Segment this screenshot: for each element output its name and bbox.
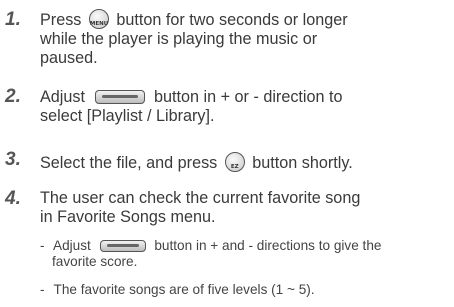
step-text: Press MENU button for two seconds or lon… — [40, 9, 448, 68]
step-text-line2: while the player is playing the music or — [40, 30, 318, 48]
step-text-post: button shortly. — [252, 154, 353, 172]
step-text-line2: in Favorite Songs menu. — [40, 208, 216, 226]
jog-bar-button-icon — [99, 240, 146, 252]
step-text: Adjust button in + or - direction to sel… — [40, 88, 448, 126]
step-text-pre: Select the file, and press — [40, 154, 218, 172]
note-text-line2: favorite score. — [52, 254, 138, 269]
note-text: The favorite songs are of five levels (1… — [53, 282, 315, 297]
step-text-line2: select [Playlist / Library]. — [40, 107, 215, 125]
step-text-line3: paused. — [40, 49, 98, 67]
step-text-post: button for two seconds or longer — [116, 11, 348, 29]
ez-button-icon: EZ — [224, 152, 245, 172]
step-text: Select the file, and press EZ button sho… — [40, 152, 448, 173]
step-text-post: button in + or - direction to — [154, 88, 343, 106]
note-2: - The favorite songs are of five levels … — [40, 282, 444, 298]
step-number: 4. — [5, 188, 21, 209]
note-1: - Adjust button in + and - directions to… — [40, 238, 444, 270]
step-text-pre: Press — [40, 11, 82, 29]
step-text-pre: Adjust — [40, 88, 85, 106]
step-number: 2. — [5, 86, 21, 107]
note-dash: - — [40, 282, 45, 297]
jog-bar-button-icon — [94, 90, 145, 104]
note-text-pre: Adjust — [53, 238, 91, 253]
step-text-line1: The user can check the current favorite … — [40, 189, 361, 207]
note-dash: - — [40, 238, 45, 253]
menu-button-icon: MENU — [88, 9, 109, 29]
step-number: 3. — [5, 149, 21, 170]
note-text-post: button in + and - directions to give the — [154, 238, 382, 253]
step-text: The user can check the current favorite … — [40, 189, 448, 227]
step-number: 1. — [5, 9, 21, 30]
